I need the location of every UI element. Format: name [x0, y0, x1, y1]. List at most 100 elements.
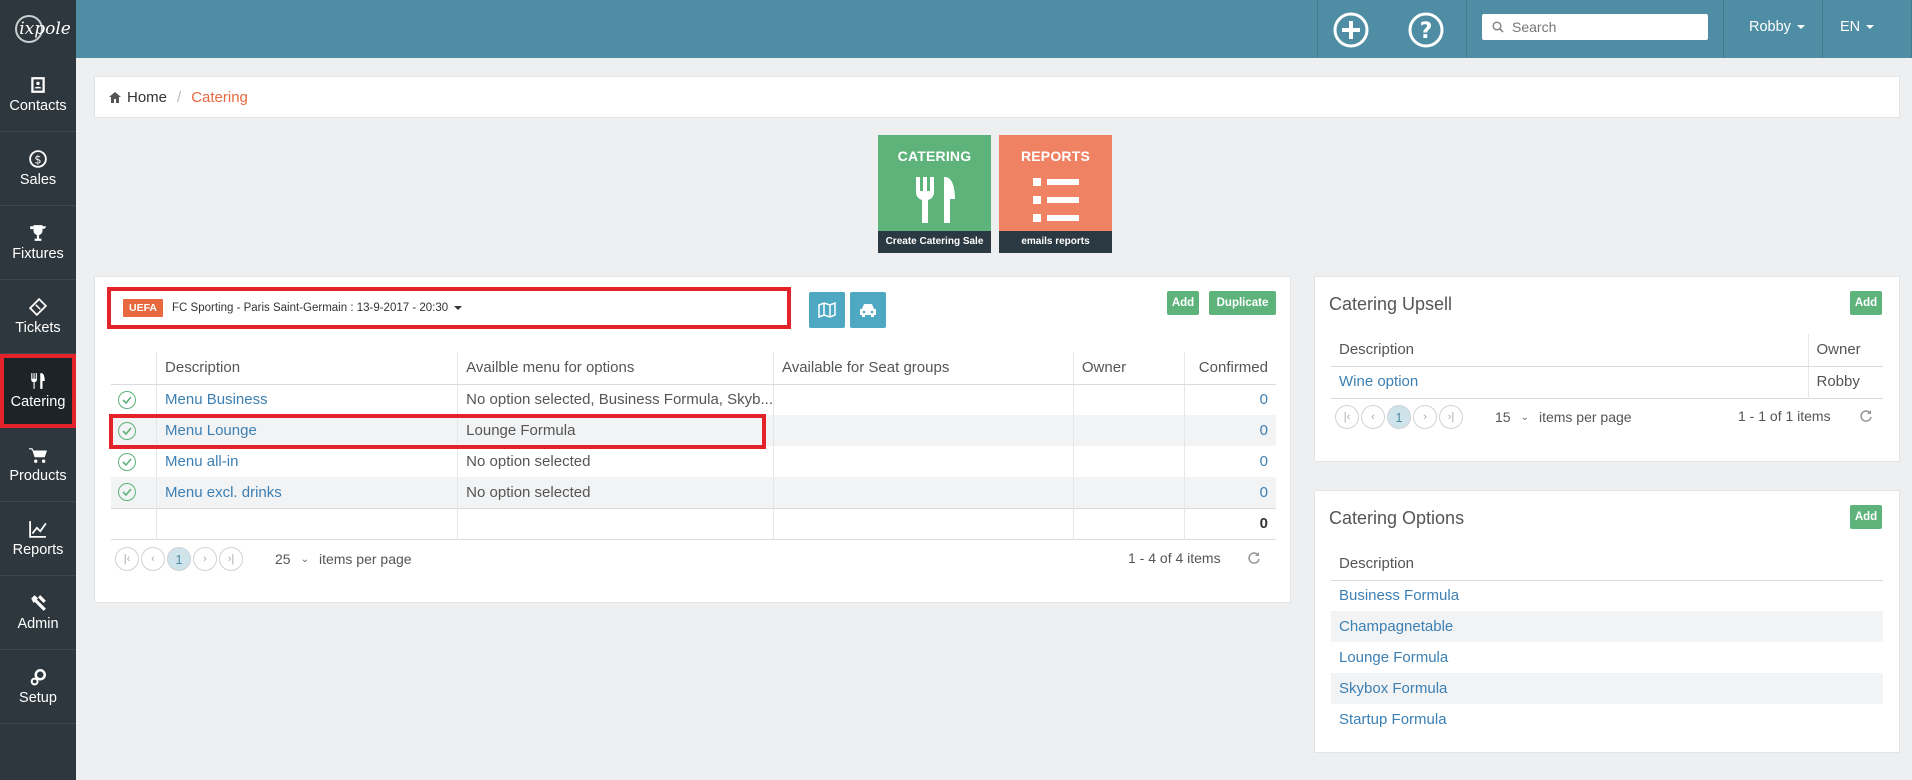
- option-link[interactable]: Startup Formula: [1339, 711, 1447, 728]
- car-icon: [860, 304, 876, 317]
- last-page-icon[interactable]: ›|: [219, 547, 243, 571]
- add-button[interactable]: Add: [1850, 291, 1882, 315]
- catering-menus-panel: UEFA FC Sporting - Paris Saint-Germain :…: [94, 276, 1291, 603]
- sidebar-item-fixtures[interactable]: Fixtures: [0, 206, 76, 280]
- table-row[interactable]: Skybox Formula: [1331, 673, 1883, 704]
- add-button[interactable]: Add: [1850, 505, 1882, 529]
- sidebar-item-contacts[interactable]: Contacts: [0, 58, 76, 132]
- gears-icon: [30, 668, 46, 685]
- pager-info: 1 - 1 of 1 items: [1738, 408, 1831, 424]
- prev-page-icon[interactable]: ‹: [141, 547, 165, 571]
- table-row[interactable]: Business Formula: [1331, 580, 1883, 611]
- table-row[interactable]: Menu Business No option selected, Busine…: [111, 384, 1276, 415]
- table-row[interactable]: Menu excl. drinks No option selected 0: [111, 477, 1276, 508]
- sidebar-item-admin[interactable]: Admin: [0, 576, 76, 650]
- help-circle-icon[interactable]: ?: [1408, 12, 1444, 48]
- table-row[interactable]: Champagnetable: [1331, 611, 1883, 642]
- duplicate-button[interactable]: Duplicate: [1209, 291, 1276, 315]
- table-row[interactable]: Wine option Robby: [1331, 366, 1883, 397]
- breadcrumb-separator: /: [177, 88, 182, 106]
- divider: [1822, 0, 1823, 58]
- car-button[interactable]: [850, 292, 886, 328]
- ixpole-logo-icon: ixpole: [9, 9, 71, 49]
- confirmed-total: 0: [1183, 508, 1276, 539]
- sidebar-item-catering[interactable]: Catering: [0, 354, 76, 428]
- divider: [1466, 0, 1467, 58]
- tile-reports[interactable]: REPORTS emails reports: [999, 135, 1112, 253]
- competition-badge: UEFA: [123, 299, 164, 317]
- refresh-icon[interactable]: [1859, 409, 1873, 423]
- first-page-icon[interactable]: |‹: [115, 547, 139, 571]
- sidebar-item-sales[interactable]: $ Sales: [0, 132, 76, 206]
- tile-catering[interactable]: CATERING Create Catering Sale: [878, 135, 991, 253]
- search-box[interactable]: [1482, 14, 1708, 40]
- next-page-icon[interactable]: ›: [193, 547, 217, 571]
- next-page-icon[interactable]: ›: [1413, 405, 1437, 429]
- current-page[interactable]: 1: [1387, 405, 1411, 429]
- user-menu[interactable]: Robby: [1749, 19, 1805, 35]
- breadcrumb: Home / Catering: [94, 76, 1900, 118]
- sidebar-item-reports[interactable]: Reports: [0, 502, 76, 576]
- breadcrumb-current: Catering: [191, 88, 248, 106]
- table-row[interactable]: Lounge Formula: [1331, 642, 1883, 673]
- add-button[interactable]: Add: [1167, 291, 1199, 315]
- home-icon: [109, 91, 121, 103]
- prev-page-icon[interactable]: ‹: [1361, 405, 1385, 429]
- svg-text:?: ?: [1420, 19, 1433, 44]
- last-page-icon[interactable]: ›|: [1439, 405, 1463, 429]
- col-description[interactable]: Description: [1331, 548, 1883, 581]
- map-button[interactable]: [809, 292, 845, 328]
- caret-down-icon: [1796, 25, 1805, 30]
- sidebar-item-tickets[interactable]: Tickets: [0, 280, 76, 354]
- check-circle-icon: [118, 421, 136, 440]
- menu-link[interactable]: Menu excl. drinks: [165, 484, 282, 501]
- menu-link[interactable]: Menu Business: [165, 391, 268, 408]
- caret-down-icon: [454, 306, 463, 310]
- col-owner[interactable]: Owner: [1072, 352, 1185, 385]
- col-owner[interactable]: Owner: [1807, 334, 1883, 367]
- event-selector[interactable]: UEFA FC Sporting - Paris Saint-Germain :…: [107, 287, 791, 329]
- option-link[interactable]: Skybox Formula: [1339, 680, 1447, 697]
- contact-card-icon: [31, 76, 45, 93]
- option-link[interactable]: Lounge Formula: [1339, 649, 1448, 666]
- table-row[interactable]: Startup Formula: [1331, 704, 1883, 735]
- menus-table: Description Availble menu for options Av…: [111, 352, 1276, 540]
- menu-link[interactable]: Menu Lounge: [165, 422, 257, 439]
- breadcrumb-home[interactable]: Home: [127, 89, 167, 106]
- chevron-down-icon: ⌄: [300, 553, 309, 565]
- check-circle-icon: [118, 452, 136, 471]
- upsell-link[interactable]: Wine option: [1339, 373, 1418, 390]
- check-circle-icon: [118, 483, 136, 502]
- language-menu[interactable]: EN: [1840, 19, 1875, 35]
- logo[interactable]: ixpole: [0, 0, 76, 58]
- search-icon: [1492, 21, 1504, 33]
- option-link[interactable]: Champagnetable: [1339, 618, 1453, 635]
- menu-link[interactable]: Menu all-in: [165, 453, 238, 470]
- current-page[interactable]: 1: [167, 547, 191, 571]
- search-input[interactable]: [1512, 19, 1692, 35]
- refresh-icon[interactable]: [1247, 551, 1261, 565]
- line-chart-icon: [29, 520, 47, 538]
- add-circle-icon[interactable]: [1333, 12, 1369, 48]
- sidebar-item-products[interactable]: Products: [0, 428, 76, 502]
- options-table: Description Business Formula Champagneta…: [1331, 548, 1883, 735]
- cart-icon: [29, 447, 47, 463]
- page-size-select[interactable]: 15 ⌄: [1495, 409, 1539, 425]
- col-description[interactable]: Description: [156, 352, 458, 385]
- col-description[interactable]: Description: [1331, 334, 1808, 367]
- page-size-select[interactable]: 25 ⌄: [275, 551, 319, 567]
- col-seat-groups[interactable]: Available for Seat groups: [772, 352, 1074, 385]
- table-row[interactable]: Menu all-in No option selected 0: [111, 446, 1276, 477]
- col-options[interactable]: Availble menu for options: [457, 352, 774, 385]
- table-row[interactable]: Menu Lounge Lounge Formula 0: [111, 415, 1276, 446]
- map-icon: [818, 302, 836, 318]
- first-page-icon[interactable]: |‹: [1335, 405, 1359, 429]
- col-confirmed[interactable]: Confirmed: [1183, 352, 1276, 385]
- catering-options-panel: Catering Options Add Description Busines…: [1314, 490, 1900, 753]
- divider: [1723, 0, 1724, 58]
- sidebar-item-setup[interactable]: Setup: [0, 650, 76, 724]
- divider: [1317, 0, 1318, 58]
- check-circle-icon: [118, 390, 136, 409]
- option-link[interactable]: Business Formula: [1339, 587, 1459, 604]
- dollar-circle-icon: $: [29, 149, 47, 168]
